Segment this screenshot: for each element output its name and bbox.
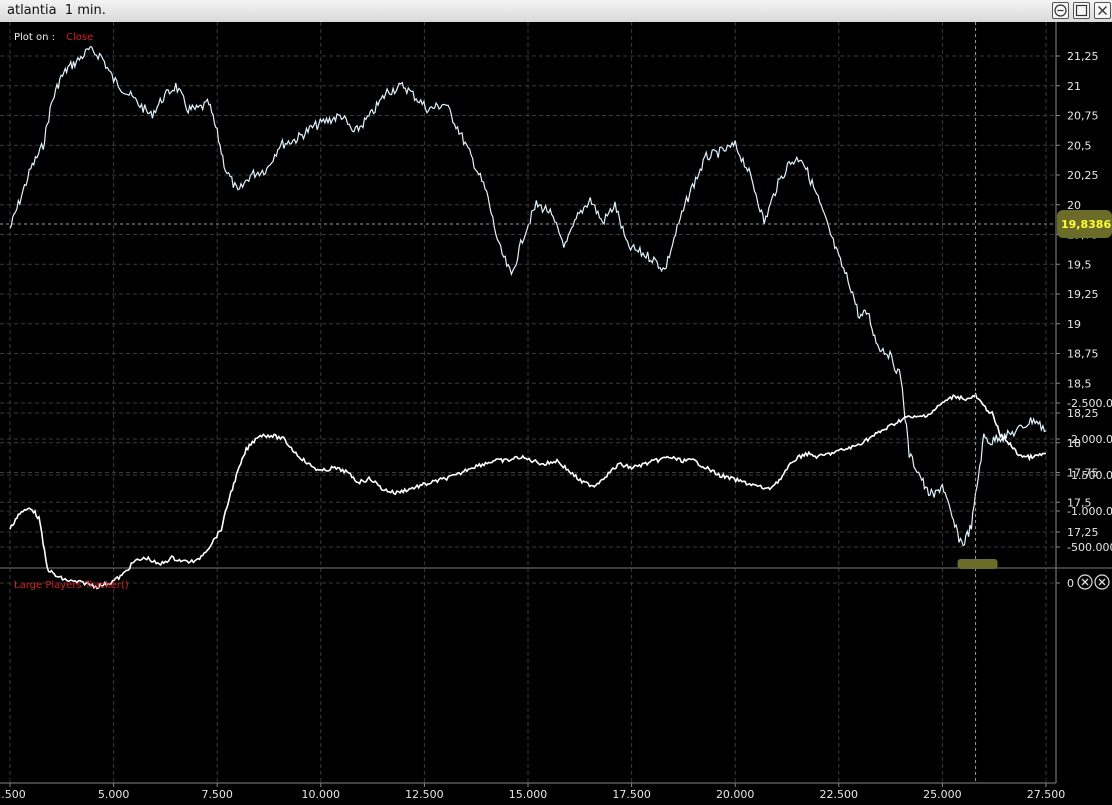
y-tick-label: 20,5	[1067, 139, 1092, 152]
y-tick-label: 21	[1067, 80, 1081, 93]
y-tick-label: 19,5	[1067, 258, 1092, 271]
window-titlebar[interactable]: atlantia 1 min.	[0, 0, 1112, 23]
crosshair-x-marker	[957, 559, 998, 569]
x-tick-label: 20.000	[716, 788, 755, 801]
indicator-label[interactable]: Large Players Tracker()	[14, 580, 129, 591]
x-tick-label: 12.500	[405, 788, 444, 801]
x-tick-label: 17.500	[612, 788, 651, 801]
y-tick-label: -2.500.000	[1067, 397, 1112, 410]
x-tick-label: 7.500	[201, 788, 233, 801]
y-tick-label: 18,5	[1067, 377, 1092, 390]
y-tick-label: 20	[1067, 199, 1081, 212]
y-tick-label: 19,25	[1067, 288, 1099, 301]
minimize-icon[interactable]	[1052, 2, 1069, 19]
x-tick-label: 22.500	[820, 788, 859, 801]
y-tick-label: 17,25	[1067, 526, 1099, 539]
x-circle-icon[interactable]	[1094, 574, 1110, 590]
y-tick-label: -2.000.000	[1067, 433, 1112, 446]
y-tick-label: 21,25	[1067, 50, 1099, 63]
x-tick-label: 10.000	[302, 788, 341, 801]
y-tick-label: 20,75	[1067, 110, 1099, 123]
y-tick-label: 20,25	[1067, 169, 1099, 182]
chart-area[interactable]: 2.500 5.000 7.500 10.000 12.500 15.000 17.500 2…	[0, 22, 1112, 805]
y-tick-label: -1.500.000	[1067, 469, 1112, 482]
y-tick-label: -500.000	[1067, 541, 1112, 554]
x-tick-label: 2.500	[0, 788, 26, 801]
y-tick-label: -1.000.000	[1067, 505, 1112, 518]
x-tick-label: 5.000	[98, 788, 130, 801]
x-tick-label: 25.000	[923, 788, 962, 801]
y-tick-label: 18,75	[1067, 348, 1099, 361]
close-icon[interactable]	[1094, 2, 1111, 19]
x-tick-label: 15.000	[509, 788, 548, 801]
current-price-value: 19,8386	[1061, 218, 1111, 231]
maximize-icon[interactable]	[1073, 2, 1090, 19]
y-tick-label: 19	[1067, 318, 1081, 331]
x-tick-label: 27.500	[1027, 788, 1066, 801]
plot-on-value[interactable]: Close	[66, 32, 93, 43]
y-tick-label: 0	[1067, 577, 1074, 590]
x-circle-icon[interactable]	[1077, 574, 1093, 590]
window-title: atlantia 1 min.	[7, 3, 106, 18]
plot-on-label: Plot on :	[14, 32, 55, 43]
